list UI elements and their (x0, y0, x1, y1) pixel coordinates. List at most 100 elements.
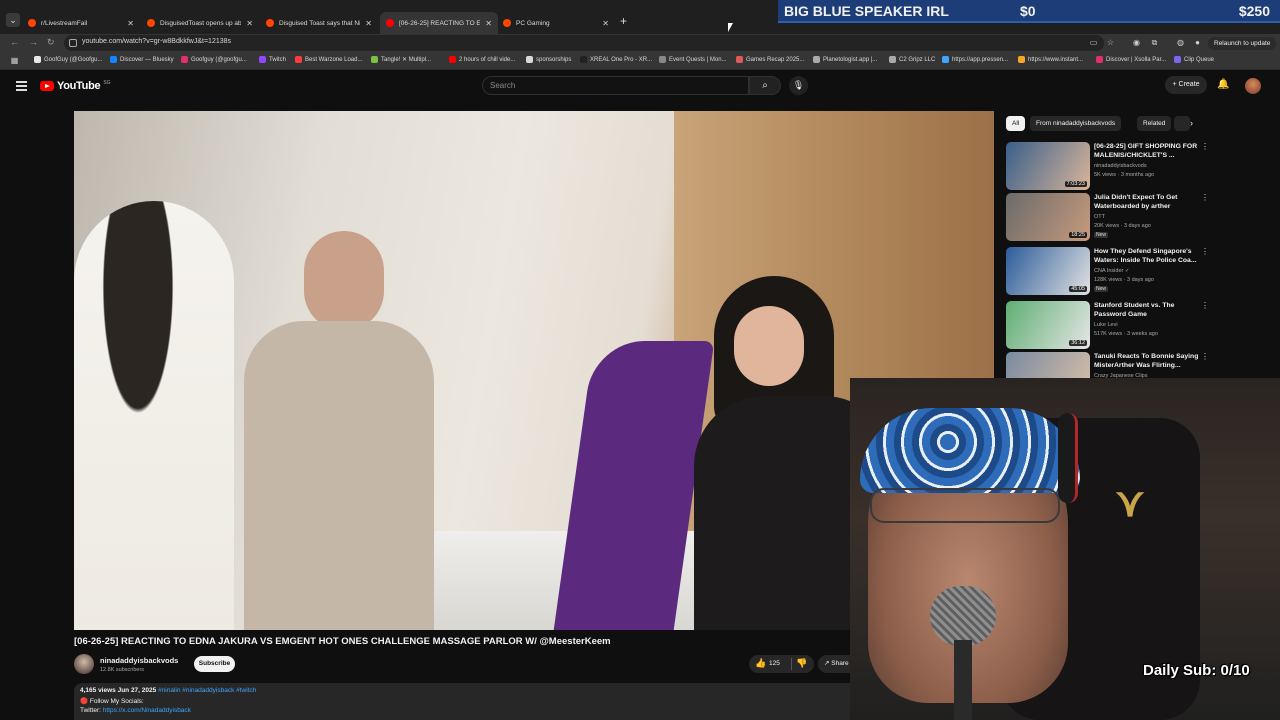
bookmark-item[interactable]: C2 Gripz LLC (889, 56, 935, 63)
bookmark-item[interactable]: Twitch (259, 56, 286, 63)
create-label: Create (1178, 81, 1200, 88)
subscriber-count: 12.8K subscribers (100, 667, 145, 673)
site-info-icon[interactable] (69, 39, 77, 47)
relaunch-update-button[interactable]: Relaunch to update (1208, 37, 1277, 50)
bookmark-item[interactable]: Planetologist.app |... (813, 56, 877, 63)
video-thumbnail[interactable]: 18:25 (1006, 193, 1090, 241)
recommended-title[interactable]: [06-28-25] GIFT SHOPPING FOR MALENIS/CHI… (1094, 142, 1204, 160)
close-tab-icon[interactable]: ✕ (246, 19, 253, 28)
recommended-title[interactable]: Tanuki Reacts To Bonnie Saying MisterArt… (1094, 352, 1204, 370)
youtube-logo[interactable]: YouTube SG (40, 80, 111, 92)
like-icon[interactable]: 👍 (755, 658, 766, 669)
video-thumbnail[interactable]: 36:12 (1006, 301, 1090, 349)
bookmark-label: Goofguy (@goofgu... (191, 56, 247, 63)
account-icon[interactable]: ● (1193, 38, 1202, 47)
bookmark-item[interactable]: Discover — Bluesky (110, 56, 174, 63)
bookmark-item[interactable]: Discover | Xsolla Par... (1096, 56, 1166, 63)
recommended-title[interactable]: Julia Didn't Expect To Get Waterboarded … (1094, 193, 1204, 211)
browser-tab[interactable]: [06-26-25] REACTING TO E ✕ (380, 12, 498, 34)
chip-from-channel[interactable]: From ninadaddyisbackvods (1030, 116, 1122, 131)
recommended-channel[interactable]: Luke Levi (1094, 322, 1118, 328)
hashtags[interactable]: #ninalin #ninadaddyisback #twitch (158, 687, 256, 694)
bookmark-item[interactable]: Tangle! ✕ Multipl... (371, 56, 431, 63)
reload-icon[interactable]: ↻ (47, 37, 55, 48)
recommended-channel[interactable]: CNA Insider ✓ (1094, 268, 1129, 274)
bookmark-item[interactable]: sponsorships (526, 56, 571, 63)
create-button[interactable]: + Create (1165, 76, 1207, 94)
description-line: 🔴 Follow My Socials: (80, 698, 144, 705)
chip-all[interactable]: All (1006, 116, 1026, 131)
search-input[interactable]: Search (482, 76, 749, 95)
browser-tab[interactable]: DisguisedToast opens up about ✕ (141, 12, 259, 34)
video-thumbnail[interactable]: 7:03:23 (1006, 142, 1090, 190)
donation-goal-bar: BIG BLUE SPEAKER IRL $0 $250 (778, 0, 1280, 23)
subscribe-button[interactable]: Subscribe (194, 656, 235, 672)
new-badge: New (1094, 232, 1109, 238)
voice-search-icon[interactable]: 🎙 (789, 76, 808, 95)
bookmark-item[interactable]: 2 hours of chill vide... (449, 56, 515, 63)
bookmark-label: Discover | Xsolla Par... (1106, 56, 1167, 63)
back-icon[interactable]: ← (10, 37, 19, 47)
dislike-icon[interactable]: 👎 (796, 658, 807, 669)
chip-related[interactable]: Related (1137, 116, 1172, 131)
bookmark-favicon-icon (942, 56, 949, 63)
bookmark-item[interactable]: Best Warzone Load... (295, 56, 362, 63)
more-options-icon[interactable]: ⋮ (1201, 301, 1209, 310)
channel-avatar[interactable] (74, 654, 94, 674)
menu-icon[interactable] (16, 81, 27, 91)
bookmark-star-icon[interactable]: ☆ (1106, 38, 1115, 47)
recommended-video[interactable]: 45:05 How They Defend Singapore's Waters:… (1006, 247, 1210, 297)
more-options-icon[interactable]: ⋮ (1201, 193, 1209, 202)
recommended-channel[interactable]: OTT (1094, 214, 1105, 220)
forward-icon[interactable]: → (29, 37, 38, 47)
recommended-channel[interactable]: ninadaddyisbackvods (1094, 163, 1147, 169)
browser-tab[interactable]: Disguised Toast says that Nina ✕ (260, 12, 378, 34)
search-button[interactable]: ⌕ (749, 76, 781, 95)
bookmark-item[interactable]: Event Quests | Mon... (659, 56, 727, 63)
url-field[interactable]: youtube.com/watch?v=gr-w8BdkkfwJ&t=12138… (64, 35, 1104, 51)
bookmark-item[interactable]: Games Recap 2025... (736, 56, 804, 63)
close-tab-icon[interactable]: ✕ (127, 19, 134, 28)
address-bar-row: ← → ↻ youtube.com/watch?v=gr-w8BdkkfwJ&t… (0, 34, 1280, 52)
recommended-video[interactable]: 18:25 Julia Didn't Expect To Get Waterboa… (1006, 193, 1210, 243)
more-options-icon[interactable]: ⋮ (1201, 352, 1209, 361)
bookmark-item[interactable]: https://www.instant... (1018, 56, 1083, 63)
new-tab-button[interactable]: + (620, 14, 627, 28)
bookmarks-bar: ▦ GoofGuy (@Goofgu... Discover — Bluesky G… (0, 52, 1280, 70)
tab-favicon-icon (386, 19, 394, 27)
extension-icon[interactable]: ◉ (1132, 38, 1141, 47)
apps-grid-icon[interactable]: ▦ (10, 56, 19, 65)
cast-icon[interactable]: ▭ (1089, 38, 1098, 47)
bookmark-item[interactable]: https://app.pressen... (942, 56, 1008, 63)
chevron-right-icon[interactable]: › (1190, 118, 1193, 128)
close-tab-icon[interactable]: ✕ (485, 19, 492, 28)
notifications-bell-icon[interactable]: 🔔 (1217, 79, 1229, 90)
recommended-title[interactable]: Stanford Student vs. The Password Game (1094, 301, 1204, 319)
close-tab-icon[interactable]: ✕ (602, 19, 609, 28)
bookmark-item[interactable]: XREAL One Pro - XR... (580, 56, 652, 63)
tab-search-icon[interactable]: ⌄ (6, 13, 20, 27)
recommended-video[interactable]: 7:03:23 [06-28-25] GIFT SHOPPING FOR MALE… (1006, 142, 1210, 192)
bookmark-label: C2 Gripz LLC (899, 56, 936, 63)
recommended-video[interactable]: 36:12 Stanford Student vs. The Password G… (1006, 301, 1210, 351)
bookmark-item[interactable]: GoofGuy (@Goofgu... (34, 56, 102, 63)
bookmark-item[interactable]: Clip Queue (1174, 56, 1214, 63)
description-box[interactable]: 4,165 views Jun 27, 2025 #ninalin #ninad… (74, 683, 874, 720)
bookmark-item[interactable]: Goofguy (@goofgu... (181, 56, 247, 63)
url-text[interactable]: youtube.com/watch?v=gr-w8BdkkfwJ&t=12138… (82, 38, 231, 45)
browser-tab[interactable]: PC Gaming ✕ (497, 12, 615, 34)
more-options-icon[interactable]: ⋮ (1201, 247, 1209, 256)
video-thumbnail[interactable]: 45:05 (1006, 247, 1090, 295)
channel-name[interactable]: ninadaddyisbackvods (100, 656, 178, 665)
profile-extension-icon[interactable]: ◍ (1176, 38, 1185, 47)
close-tab-icon[interactable]: ✕ (365, 19, 372, 28)
recommended-title[interactable]: How They Defend Singapore's Waters: Insi… (1094, 247, 1204, 265)
twitter-link[interactable]: https://x.com/Ninadaddyisback (103, 707, 191, 714)
account-avatar[interactable] (1245, 78, 1261, 94)
browser-tab[interactable]: r/LivestreamFail ✕ (22, 12, 140, 34)
chip-more[interactable] (1174, 116, 1190, 131)
puzzle-icon[interactable]: ⧉ (1150, 38, 1159, 47)
bookmark-favicon-icon (1096, 56, 1103, 63)
bookmark-favicon-icon (295, 56, 302, 63)
more-options-icon[interactable]: ⋮ (1201, 142, 1209, 151)
